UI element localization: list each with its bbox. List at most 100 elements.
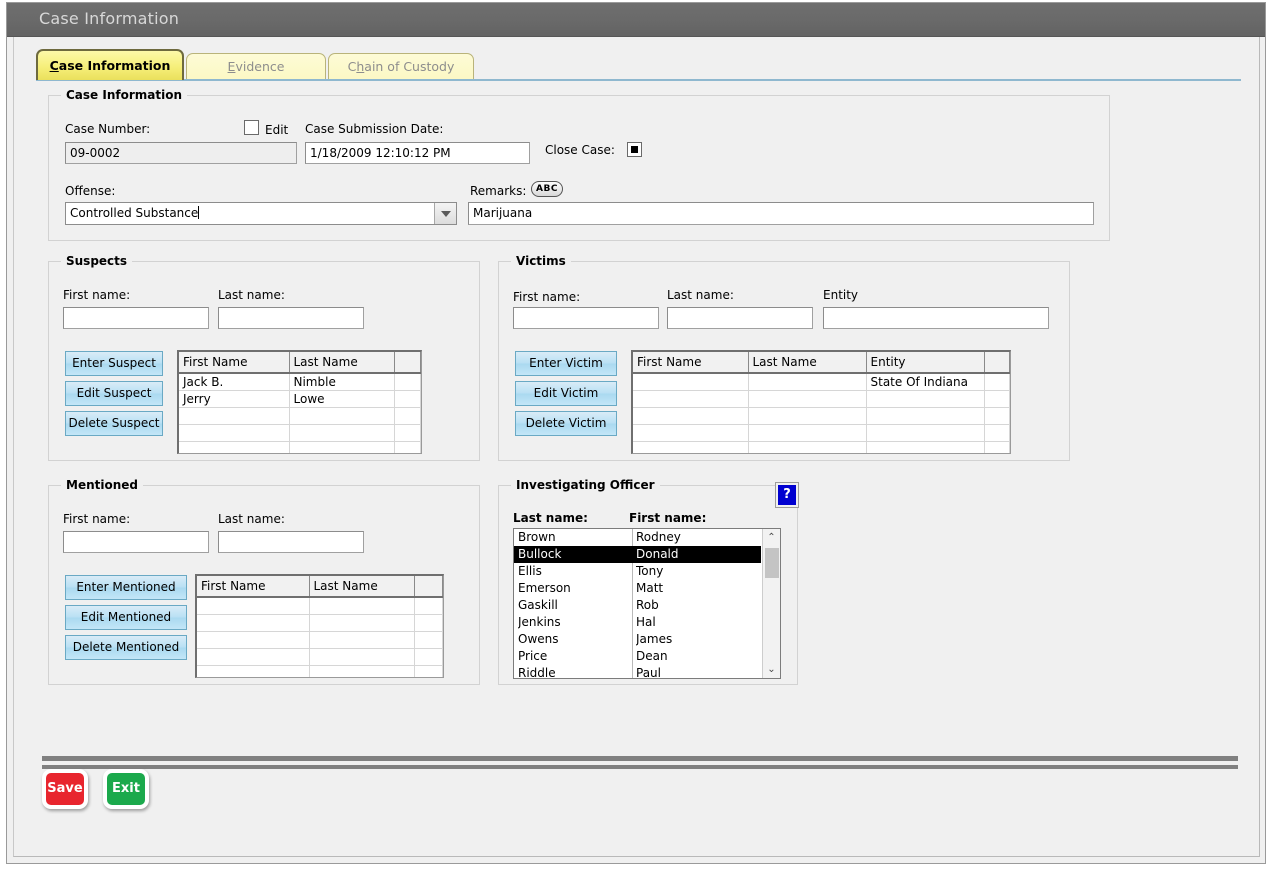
officer-list-item[interactable]: Jenkins Hal (514, 614, 761, 631)
case-number-field[interactable]: 09-0002 (65, 142, 297, 164)
table-cell: Jack B. (179, 373, 290, 391)
mentioned-first-name-label: First name: (63, 512, 131, 526)
remarks-field[interactable]: Marijuana (468, 202, 1094, 225)
mentioned-last-name-label: Last name: (218, 512, 285, 526)
table-cell: Jerry (179, 390, 290, 408)
mentioned-grid-header: First Name Last Name (197, 576, 443, 598)
officer-last-name: Brown (518, 530, 556, 544)
table-row[interactable] (197, 665, 443, 677)
exit-button[interactable]: Exit (103, 769, 149, 809)
suspects-grid[interactable]: First Name Last Name Jack B. Nimble Jerry L… (177, 350, 422, 454)
suspect-last-name-input[interactable] (218, 307, 364, 329)
delete-mentioned-button[interactable]: Delete Mentioned (65, 635, 187, 660)
table-row[interactable] (197, 614, 443, 632)
close-case-checkbox[interactable] (627, 142, 642, 157)
mentioned-first-name-input[interactable] (63, 531, 209, 553)
victims-col-last-name: Last Name (748, 352, 867, 374)
table-row[interactable] (179, 407, 421, 425)
abc-spellcheck-icon[interactable]: ABC (531, 181, 563, 197)
table-row[interactable] (633, 424, 1010, 442)
officer-last-name: Gaskill (518, 598, 558, 612)
officer-last-name-label: Last name: (513, 511, 588, 525)
chevron-down-icon[interactable] (434, 203, 456, 224)
tab-evidence[interactable]: Evidence (186, 53, 326, 80)
scroll-down-icon[interactable]: ⌄ (763, 661, 780, 678)
footer-divider-bottom (42, 765, 1238, 769)
scrollbar-thumb[interactable] (765, 548, 779, 578)
case-information-group-title: Case Information (61, 88, 187, 102)
suspects-grid-body: Jack B. Nimble Jerry Lowe (179, 373, 421, 453)
save-button[interactable]: Save (42, 769, 88, 809)
table-cell (984, 407, 1010, 425)
officer-list-item[interactable]: Emerson Matt (514, 580, 761, 597)
table-row[interactable] (633, 407, 1010, 425)
case-submission-date-label: Case Submission Date: (305, 122, 444, 136)
mentioned-group: Mentioned First name: Last name: Enter M… (48, 478, 480, 685)
victim-first-name-label: First name: (513, 290, 581, 304)
offense-combobox[interactable]: Controlled Substance (65, 202, 457, 225)
table-row[interactable] (197, 648, 443, 666)
scroll-up-icon[interactable]: ⌃ (763, 529, 780, 546)
mentioned-grid[interactable]: First Name Last Name (195, 574, 444, 678)
officer-list-item[interactable]: Owens James (514, 631, 761, 648)
delete-victim-button[interactable]: Delete Victim (515, 411, 617, 436)
mentioned-col-first-name: First Name (197, 576, 310, 598)
officer-list-item[interactable]: Brown Rodney (514, 529, 761, 546)
victim-last-name-label: Last name: (667, 288, 734, 302)
table-cell (309, 614, 415, 632)
edit-victim-button[interactable]: Edit Victim (515, 381, 617, 406)
mentioned-last-name-input[interactable] (218, 531, 364, 553)
edit-checkbox[interactable] (244, 120, 259, 135)
table-row[interactable] (179, 441, 421, 453)
edit-suspect-button[interactable]: Edit Suspect (65, 381, 163, 406)
mentioned-col-blank (414, 576, 443, 598)
text-cursor (198, 206, 200, 219)
suspect-first-name-input[interactable] (63, 307, 209, 329)
investigating-officer-group-title: Investigating Officer (511, 478, 660, 492)
table-row[interactable]: State Of Indiana (633, 373, 1010, 391)
tab-chain-of-custody[interactable]: Chain of Custody (328, 53, 474, 80)
victim-entity-input[interactable] (823, 307, 1049, 329)
table-row[interactable] (179, 424, 421, 442)
tab-chain-of-custody-label: ain of Custody (364, 59, 455, 74)
officer-list-item[interactable]: Ellis Tony (514, 563, 761, 580)
suspect-first-name-label: First name: (63, 288, 131, 302)
enter-suspect-button[interactable]: Enter Suspect (65, 351, 163, 376)
officer-last-name: Price (518, 649, 548, 663)
table-row[interactable]: Jerry Lowe (179, 390, 421, 408)
table-cell (394, 424, 421, 442)
table-row[interactable] (633, 441, 1010, 453)
table-cell (984, 373, 1010, 391)
table-row[interactable] (633, 390, 1010, 408)
officer-list-scrollbar[interactable]: ⌃ ⌄ (762, 529, 780, 678)
table-row[interactable] (197, 597, 443, 615)
table-cell (414, 665, 443, 677)
table-row[interactable] (197, 631, 443, 649)
enter-victim-button[interactable]: Enter Victim (515, 351, 617, 376)
officer-list-item[interactable]: Price Dean (514, 648, 761, 665)
offense-label: Offense: (65, 184, 116, 198)
victims-grid[interactable]: First Name Last Name Entity State Of Ind… (631, 350, 1011, 454)
officer-list-item[interactable]: Gaskill Rob (514, 597, 761, 614)
tab-case-information[interactable]: Case Information (36, 49, 184, 80)
table-cell (748, 373, 867, 391)
tab-case-information-label: ase Information (58, 58, 171, 73)
enter-mentioned-button[interactable]: Enter Mentioned (65, 575, 187, 600)
edit-mentioned-button[interactable]: Edit Mentioned (65, 605, 187, 630)
officer-list-item[interactable]: Riddle Paul (514, 665, 761, 678)
table-row[interactable]: Jack B. Nimble (179, 373, 421, 391)
table-cell (197, 648, 310, 666)
officer-list-item[interactable]: Bullock Donald (514, 546, 761, 563)
victims-col-entity: Entity (866, 352, 985, 374)
officer-last-name: Bullock (518, 547, 562, 561)
delete-suspect-button[interactable]: Delete Suspect (65, 411, 163, 436)
table-cell (633, 424, 749, 442)
table-cell (394, 441, 421, 453)
officer-listbox[interactable]: Brown Rodney Bullock Donald Ellis Tony Emerson… (513, 528, 781, 679)
officer-first-name: Tony (636, 564, 664, 578)
help-button[interactable]: ? (775, 482, 799, 508)
victim-first-name-input[interactable] (513, 307, 659, 329)
case-submission-date-field[interactable]: 1/18/2009 12:10:12 PM (305, 142, 530, 164)
victim-last-name-input[interactable] (667, 307, 813, 329)
table-cell (309, 631, 415, 649)
